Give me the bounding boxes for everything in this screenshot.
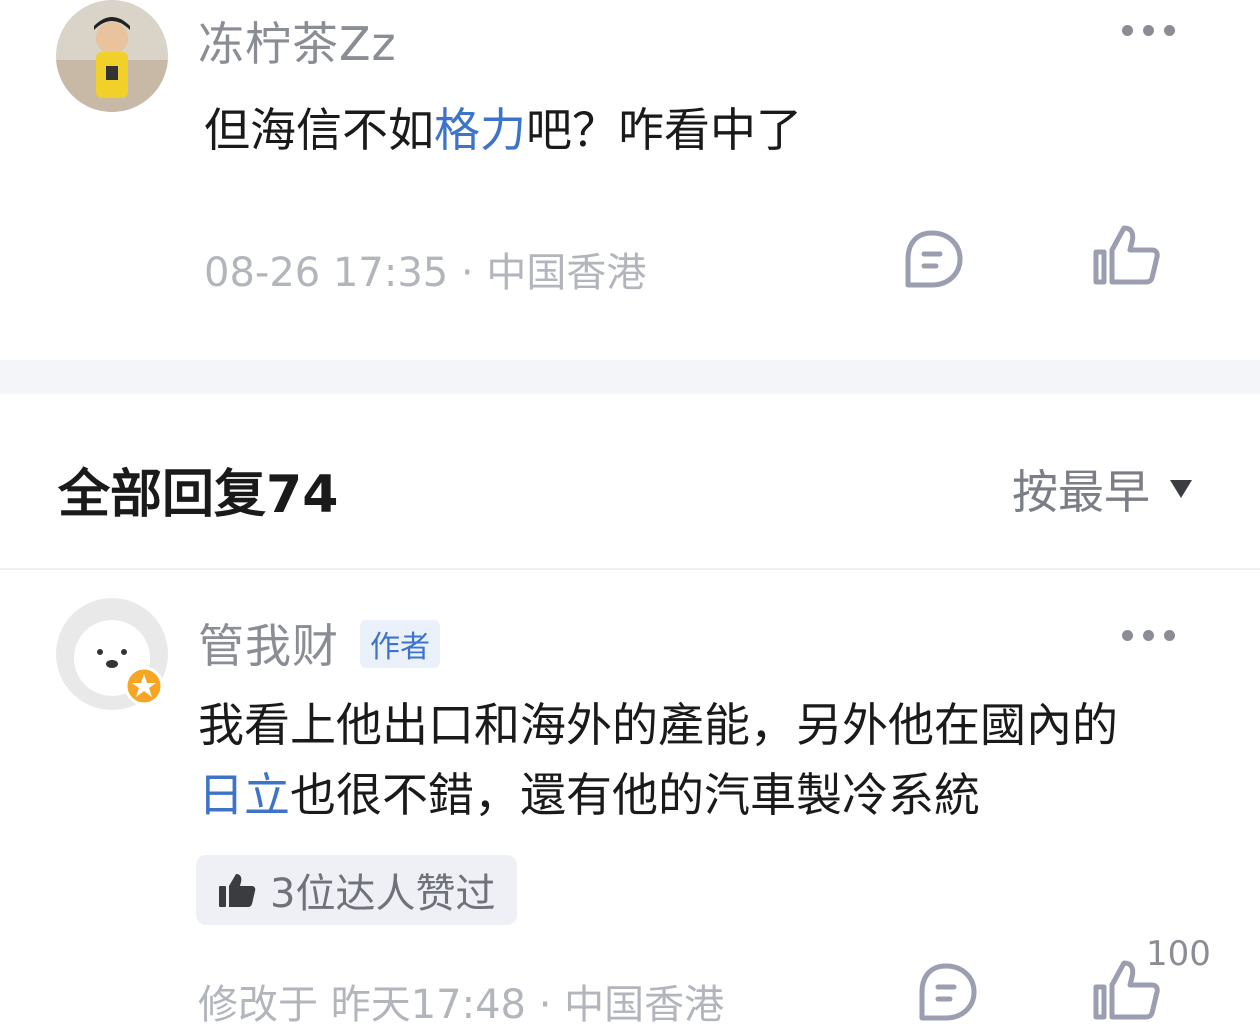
username[interactable]: 冻柠茶Zz <box>198 8 397 74</box>
comment-text-line2: 日立也很不錯，還有他的汽車製冷系統 <box>198 760 1208 830</box>
replies-count: 74 <box>266 465 339 525</box>
more-icon[interactable] <box>1122 630 1175 641</box>
comment-icon[interactable] <box>910 958 982 1030</box>
section-divider <box>0 360 1260 394</box>
thumbs-up-icon[interactable] <box>1090 220 1162 292</box>
comment-text-prefix: 但海信不如 <box>204 103 434 157</box>
avatar[interactable] <box>56 0 168 112</box>
username[interactable]: 管我财 <box>198 610 339 676</box>
thumbs-up-filled-icon <box>219 874 256 907</box>
header-divider <box>0 568 1260 570</box>
expert-likes-box[interactable]: 3位达人赞过 <box>196 855 518 925</box>
vip-badge-icon <box>122 664 166 708</box>
replies-title: 全部回复74 <box>58 452 338 527</box>
comment-text-line2-rest: 也很不錯，還有他的汽車製冷系統 <box>290 768 980 822</box>
topic-link-hitachi[interactable]: 日立 <box>198 768 290 822</box>
comment-meta: 修改于 昨天17:48 · 中国香港 <box>198 982 725 1028</box>
like-count: 100 <box>1146 934 1211 974</box>
sort-label: 按最早 <box>1012 465 1150 519</box>
more-icon[interactable] <box>1122 25 1175 36</box>
comment-text: 但海信不如格力吧？咋看中了 <box>204 95 802 165</box>
comment-meta: 08-26 17:35 · 中国香港 <box>204 250 647 296</box>
comment-text-suffix: 吧？咋看中了 <box>526 103 802 157</box>
author-badge: 作者 <box>360 620 440 668</box>
sort-dropdown-icon <box>1170 480 1192 498</box>
comment-text-line1: 我看上他出口和海外的產能，另外他在國內的 <box>198 698 1118 752</box>
comment-icon[interactable] <box>896 225 968 297</box>
expert-likes-text: 3位达人赞过 <box>270 871 496 917</box>
replies-title-label: 全部回复 <box>58 465 267 525</box>
sort-dropdown[interactable]: 按最早 <box>1012 456 1192 522</box>
comment-text: 我看上他出口和海外的產能，另外他在國內的 日立也很不錯，還有他的汽車製冷系統 <box>198 690 1208 830</box>
topic-link-geli[interactable]: 格力 <box>434 103 526 157</box>
